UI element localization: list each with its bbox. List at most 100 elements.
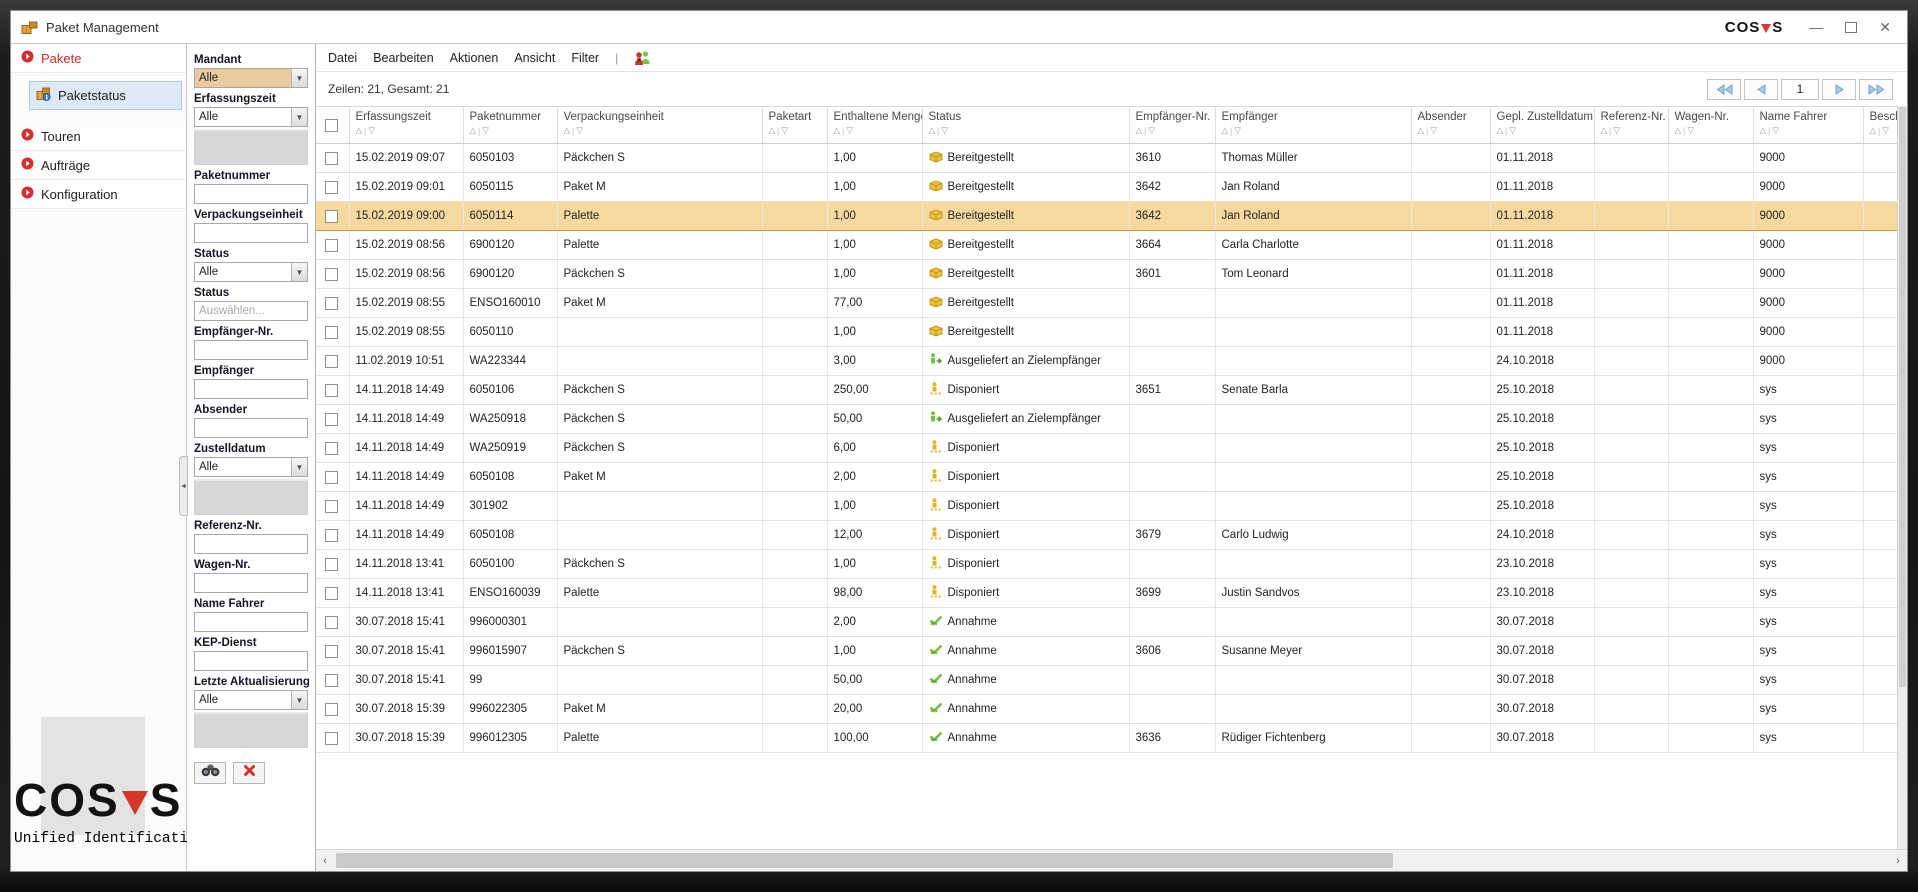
table-row[interactable]: 11.02.2019 10:51WA2233443,00Ausgeliefert… [316, 347, 1897, 376]
erfassungszeit-filter-select[interactable]: Alle▼ [194, 107, 308, 127]
sort-desc-icon[interactable]: ▽ [846, 125, 853, 136]
table-row[interactable]: 14.11.2018 14:496050108Paket M2,00Dispon… [316, 463, 1897, 492]
sort-asc-icon[interactable]: △ [1870, 125, 1877, 136]
wagen-nr-filter-input[interactable] [194, 573, 308, 593]
search-button[interactable] [194, 762, 226, 784]
close-button[interactable]: ✕ [1879, 20, 1891, 34]
row-checkbox[interactable] [325, 355, 338, 368]
clear-filter-button[interactable] [233, 762, 265, 784]
sort-desc-icon[interactable]: ▽ [482, 125, 489, 136]
sort-asc-icon[interactable]: △ [356, 125, 363, 136]
sort-desc-icon[interactable]: ▽ [1148, 125, 1155, 136]
sort-asc-icon[interactable]: △ [1418, 125, 1425, 136]
column-header-status[interactable]: Status△|▽ [922, 107, 1129, 144]
column-header-empfaenger[interactable]: Empfänger△|▽ [1215, 107, 1411, 144]
table-row[interactable]: 15.02.2019 09:016050115Paket M1,00Bereit… [316, 173, 1897, 202]
column-header-verpackungseinheit[interactable]: Verpackungseinheit△|▽ [557, 107, 762, 144]
minimize-button[interactable]: — [1809, 20, 1823, 34]
last-page-button[interactable] [1859, 79, 1893, 100]
sidebar-item-konfiguration[interactable]: Konfiguration [11, 180, 186, 209]
sort-asc-icon[interactable]: △ [470, 125, 477, 136]
column-header--select[interactable] [316, 107, 349, 144]
table-row[interactable]: 14.11.2018 14:496050106Päckchen S250,00D… [316, 376, 1897, 405]
table-row[interactable]: 30.07.2018 15:39996012305Palette100,00An… [316, 724, 1897, 753]
sort-asc-icon[interactable]: △ [564, 125, 571, 136]
table-row[interactable]: 30.07.2018 15:39996022305Paket M20,00Ann… [316, 695, 1897, 724]
table-row[interactable]: 14.11.2018 13:416050100Päckchen S1,00Dis… [316, 550, 1897, 579]
maximize-button[interactable] [1845, 22, 1857, 33]
row-checkbox[interactable] [325, 413, 338, 426]
sort-desc-icon[interactable]: ▽ [1509, 125, 1516, 136]
letzte-aktualisierung-filter-select[interactable]: Alle▼ [194, 690, 308, 710]
row-checkbox[interactable] [325, 384, 338, 397]
sort-desc-icon[interactable]: ▽ [1234, 125, 1241, 136]
row-checkbox[interactable] [325, 239, 338, 252]
scroll-left-arrow-icon[interactable]: ‹ [316, 850, 334, 871]
column-header-menge[interactable]: Enthaltene Menge△|▽ [827, 107, 922, 144]
row-checkbox[interactable] [325, 558, 338, 571]
sort-asc-icon[interactable]: △ [1601, 125, 1608, 136]
row-checkbox[interactable] [325, 210, 338, 223]
column-header-paketnummer[interactable]: Paketnummer△|▽ [463, 107, 557, 144]
page-number-input[interactable]: 1 [1781, 79, 1819, 100]
chevron-down-icon[interactable]: ▼ [291, 263, 307, 281]
sort-asc-icon[interactable]: △ [1222, 125, 1229, 136]
zustelldatum-filter-select[interactable]: Alle▼ [194, 457, 308, 477]
sort-desc-icon[interactable]: ▽ [1613, 125, 1620, 136]
kep-dienst-filter-input[interactable] [194, 651, 308, 671]
chevron-down-icon[interactable]: ▼ [291, 69, 307, 87]
sort-asc-icon[interactable]: △ [834, 125, 841, 136]
sort-asc-icon[interactable]: △ [769, 125, 776, 136]
next-page-button[interactable] [1822, 79, 1856, 100]
sort-desc-icon[interactable]: ▽ [368, 125, 375, 136]
row-checkbox[interactable] [325, 616, 338, 629]
horizontal-scrollbar-thumb[interactable] [336, 853, 1393, 868]
row-checkbox[interactable] [325, 326, 338, 339]
sort-desc-icon[interactable]: ▽ [1772, 125, 1779, 136]
empfaenger-nr-filter-input[interactable] [194, 340, 308, 360]
sort-asc-icon[interactable]: △ [1136, 125, 1143, 136]
column-header-wagen-nr[interactable]: Wagen-Nr.△|▽ [1668, 107, 1753, 144]
sort-asc-icon[interactable]: △ [1497, 125, 1504, 136]
vertical-scrollbar-thumb[interactable] [1899, 107, 1906, 687]
table-row[interactable]: 15.02.2019 09:006050114Palette1,00Bereit… [316, 202, 1897, 231]
sort-desc-icon[interactable]: ▽ [1430, 125, 1437, 136]
column-header-besch[interactable]: Besch△|▽ [1863, 107, 1897, 144]
chevron-down-icon[interactable]: ▼ [291, 458, 307, 476]
row-checkbox[interactable] [325, 471, 338, 484]
sort-asc-icon[interactable]: △ [1675, 125, 1682, 136]
table-row[interactable]: 15.02.2019 08:5560501101,00Bereitgestell… [316, 318, 1897, 347]
row-checkbox[interactable] [325, 268, 338, 281]
table-row[interactable]: 30.07.2018 15:41996015907Päckchen S1,00A… [316, 637, 1897, 666]
chevron-down-icon[interactable]: ▼ [291, 691, 307, 709]
table-row[interactable]: 14.11.2018 14:49WA250919Päckchen S6,00Di… [316, 434, 1897, 463]
name-fahrer-filter-input[interactable] [194, 612, 308, 632]
row-checkbox[interactable] [325, 732, 338, 745]
sidebar-item-touren[interactable]: Touren [11, 122, 186, 151]
row-checkbox[interactable] [325, 297, 338, 310]
sort-desc-icon[interactable]: ▽ [1687, 125, 1694, 136]
verpackungseinheit-filter-input[interactable] [194, 223, 308, 243]
table-row[interactable]: 14.11.2018 14:493019021,00Disponiert25.1… [316, 492, 1897, 521]
menu-ansicht[interactable]: Ansicht [514, 51, 555, 65]
select-all-checkbox[interactable] [325, 119, 338, 132]
chevron-down-icon[interactable]: ▼ [291, 108, 307, 126]
menu-datei[interactable]: Datei [328, 51, 357, 65]
table-row[interactable]: 14.11.2018 13:41ENSO160039Palette98,00Di… [316, 579, 1897, 608]
table-row[interactable]: 30.07.2018 15:419950,00Annahme30.07.2018… [316, 666, 1897, 695]
user-switch-icon[interactable] [634, 50, 651, 65]
column-header-zustelldatum[interactable]: Gepl. Zustelldatum△|▽ [1490, 107, 1594, 144]
sidebar-item-paketstatus[interactable]: Paketstatus [29, 81, 182, 110]
sort-asc-icon[interactable]: △ [1760, 125, 1767, 136]
table-row[interactable]: 14.11.2018 14:49605010812,00Disponiert36… [316, 521, 1897, 550]
sort-desc-icon[interactable]: ▽ [941, 125, 948, 136]
sort-desc-icon[interactable]: ▽ [781, 125, 788, 136]
row-checkbox[interactable] [325, 645, 338, 658]
sort-desc-icon[interactable]: ▽ [1882, 125, 1889, 136]
column-header-paketart[interactable]: Paketart△|▽ [762, 107, 827, 144]
column-header-referenz-nr[interactable]: Referenz-Nr.△|▽ [1594, 107, 1668, 144]
horizontal-scrollbar[interactable]: ‹ › [316, 849, 1907, 871]
row-checkbox[interactable] [325, 181, 338, 194]
sidebar-item-auftraege[interactable]: Aufträge [11, 151, 186, 180]
column-header-erfassungszeit[interactable]: Erfassungszeit△|▽ [349, 107, 463, 144]
